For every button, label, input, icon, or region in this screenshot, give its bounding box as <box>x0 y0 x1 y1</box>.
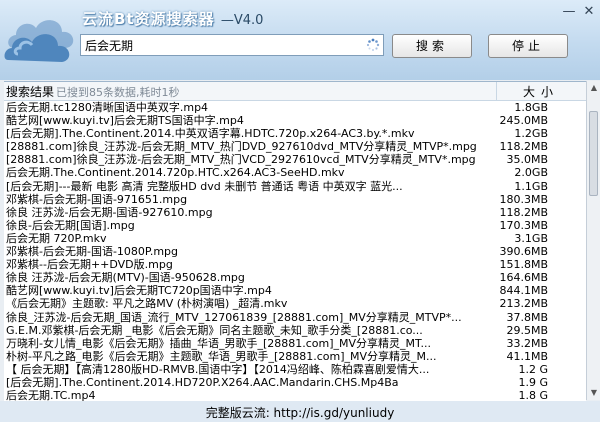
table-row[interactable]: 徐良 汪苏泷-后会无期(MTV)-国语-950628.mpg 164.6MB <box>4 271 586 284</box>
result-name: 徐良 汪苏泷-后会无期-国语-927610.mpg <box>6 205 213 219</box>
result-name: [后会无期]---最新 电影 高清 完整版HD dvd 未删节 普通话 粤语 中… <box>6 179 403 193</box>
table-row[interactable]: 邓紫棋-后会无期-国语-971651.mpg 180.3MB <box>4 193 586 206</box>
footer-bar: 完整版云流: http://is.gd/yunliudy <box>0 401 600 422</box>
result-size: 29.5MB <box>506 323 548 337</box>
scroll-down-arrow-icon[interactable]: ▼ <box>588 386 600 400</box>
result-size: 151.8MB <box>499 258 548 272</box>
table-row[interactable]: 【 后会无期】【高清1280版HD-RMVB.国语中字】【2014冯绍峰、陈柏霖… <box>4 363 586 376</box>
search-button[interactable]: 搜索 <box>392 34 472 58</box>
table-row[interactable]: 万晓利-女儿情_电影《后会无期》插曲_华语_男歌手_[28881.com]_MV… <box>4 337 586 350</box>
result-size: 118.2MB <box>499 205 548 219</box>
search-input[interactable] <box>85 37 355 53</box>
table-row[interactable]: [后会无期].The.Continent.2014.中英双语字幕.HDTC.72… <box>4 127 586 140</box>
table-row[interactable]: 徐良_汪苏泷-后会无期_国语_流行_MTV_127061839_[28881.c… <box>4 311 586 324</box>
result-name: 后会无期.The.Continent.2014.720p.HTC.x264.AC… <box>6 166 345 180</box>
table-row[interactable]: 朴树-平凡之路_电影《后会无期》主题歌_华语_男歌手_[28881.com]_M… <box>4 350 586 363</box>
result-name: 【 后会无期】【高清1280版HD-RMVB.国语中字】【2014冯绍峰、陈柏霖… <box>6 362 430 376</box>
result-size: 213.2MB <box>499 297 548 311</box>
table-row[interactable]: [后会无期].The.Continent.2014.HD720P.X264.AA… <box>4 376 586 389</box>
app-window: 云流Bt资源搜索器 —V4.0 — ✕ 搜索 停止 搜索结果已搜到85条数据,耗… <box>0 0 600 422</box>
results-header: 搜索结果 已搜到85条数据,耗时1秒 大小 <box>4 82 586 101</box>
result-size: 37.8MB <box>506 310 548 324</box>
result-size: 844.1MB <box>499 284 548 298</box>
table-row[interactable]: 《后会无期》主题歌: 平凡之路MV (朴树演唱) _超清.mkv 213.2MB <box>4 297 586 310</box>
table-row[interactable]: 后会无期.tc1280清晰国语中英双字.mp4 1.8GB <box>4 101 586 114</box>
result-name: [后会无期].The.Continent.2014.中英双语字幕.HDTC.72… <box>6 127 415 141</box>
result-size: 2.0GB <box>514 166 548 180</box>
table-row[interactable]: 徐良 汪苏泷-后会无期-国语-927610.mpg 118.2MB <box>4 206 586 219</box>
result-name: 后会无期.tc1280清晰国语中英双字.mp4 <box>6 101 209 114</box>
app-title: 云流Bt资源搜索器 —V4.0 <box>82 8 263 29</box>
header-bar: 云流Bt资源搜索器 —V4.0 — ✕ 搜索 停止 <box>0 0 600 80</box>
result-name: 后会无期.TC.mp4 <box>6 389 96 401</box>
table-row[interactable]: [28881.com]徐良_汪苏泷-后会无期_MTV_热门DVD_927610d… <box>4 140 586 153</box>
result-size: 1.2GB <box>514 127 548 141</box>
table-row[interactable]: 酷艺网[www.kuyi.tv]后会无期TC720p国语中字.mp4 844.1M… <box>4 284 586 297</box>
table-row[interactable]: [28881.com]徐良_汪苏泷-后会无期_MTV_热门VCD_2927610… <box>4 153 586 166</box>
result-size: 1.2 G <box>518 362 548 376</box>
app-version: —V4.0 <box>220 13 264 28</box>
result-size: 1.9 G <box>518 375 548 389</box>
result-size: 180.3MB <box>499 192 548 206</box>
result-name: 邓紫棋--后会无期++DVD版.mpg <box>6 258 173 272</box>
result-name: 徐良 汪苏泷-后会无期(MTV)-国语-950628.mpg <box>6 271 245 285</box>
loading-spinner-icon <box>366 38 380 51</box>
result-name: 邓紫棋-后会无期-国语-971651.mpg <box>6 192 188 206</box>
result-size: 1.8GB <box>514 101 548 114</box>
table-row[interactable]: [后会无期]---最新 电影 高清 完整版HD dvd 未删节 普通话 粤语 中… <box>4 180 586 193</box>
result-size: 3.1GB <box>514 231 548 245</box>
result-size: 245.0MB <box>499 114 548 128</box>
scroll-up-arrow-icon[interactable]: ▲ <box>588 81 600 95</box>
result-size: 164.6MB <box>499 271 548 285</box>
table-row[interactable]: 邓紫棋-后会无期-国语-1080P.mpg 390.6MB <box>4 245 586 258</box>
result-size: 1.8 G <box>518 389 548 401</box>
column-divider[interactable] <box>496 82 497 100</box>
results-rows: 后会无期.tc1280清晰国语中英双字.mp4 1.8GB 酷艺网[www.kuyi… <box>4 101 586 401</box>
result-size: 170.3MB <box>499 218 548 232</box>
result-name: [28881.com]徐良_汪苏泷-后会无期_MTV_热门DVD_927610d… <box>6 140 477 154</box>
table-row[interactable]: 邓紫棋--后会无期++DVD版.mpg 151.8MB <box>4 258 586 271</box>
result-name: 徐良_汪苏泷-后会无期_国语_流行_MTV_127061839_[28881.c… <box>6 310 462 324</box>
result-name: 邓紫棋-后会无期-国语-1080P.mpg <box>6 245 178 259</box>
table-row[interactable]: 酷艺网[www.kuyi.tv]后会无期TS国语中字.mp4 245.0MB <box>4 114 586 127</box>
result-size: 1.1GB <box>514 179 548 193</box>
result-name: 酷艺网[www.kuyi.tv]后会无期TC720p国语中字.mp4 <box>6 284 272 298</box>
results-title: 搜索结果 <box>6 85 55 99</box>
table-row[interactable]: 后会无期.The.Continent.2014.720p.HTC.x264.AC… <box>4 166 586 179</box>
vertical-scrollbar[interactable]: ▲ ▼ <box>586 81 600 400</box>
results-header-label: 搜索结果 已搜到85条数据,耗时1秒 <box>6 83 180 100</box>
table-row[interactable]: 后会无期 720P.mkv 3.1GB <box>4 232 586 245</box>
size-column-header[interactable]: 大小 <box>498 83 584 100</box>
cloud-logo-icon <box>4 20 74 62</box>
result-name: 《后会无期》主题歌: 平凡之路MV (朴树演唱) _超清.mkv <box>6 297 288 311</box>
result-name: 后会无期 720P.mkv <box>6 231 107 245</box>
close-button[interactable]: ✕ <box>580 4 598 20</box>
footer-link-text[interactable]: 完整版云流: http://is.gd/yunliudy <box>0 404 600 421</box>
search-box[interactable] <box>80 34 384 56</box>
result-size: 35.0MB <box>506 153 548 167</box>
result-size: 390.6MB <box>499 245 548 259</box>
result-size: 33.2MB <box>506 336 548 350</box>
result-name: G.E.M.邓紫棋-后会无期 _电影《后会无期》同名主题歌_未知_歌手分类_[2… <box>6 323 423 337</box>
scroll-thumb[interactable] <box>589 111 598 196</box>
table-row[interactable]: G.E.M.邓紫棋-后会无期 _电影《后会无期》同名主题歌_未知_歌手分类_[2… <box>4 324 586 337</box>
minimize-button[interactable]: — <box>560 4 578 20</box>
result-name: [后会无期].The.Continent.2014.HD720P.X264.AA… <box>6 375 399 389</box>
result-name: 万晓利-女儿情_电影《后会无期》插曲_华语_男歌手_[28881.com]_MV… <box>6 336 431 350</box>
app-title-text: 云流Bt资源搜索器 <box>82 10 215 28</box>
result-name: 朴树-平凡之路_电影《后会无期》主题歌_华语_男歌手_[28881.com]_M… <box>6 349 437 363</box>
result-size: 118.2MB <box>499 140 548 154</box>
result-name: 徐良-后会无期[国语].mpg <box>6 218 135 232</box>
result-size: 41.1MB <box>506 349 548 363</box>
result-name: 酷艺网[www.kuyi.tv]后会无期TS国语中字.mp4 <box>6 114 244 128</box>
results-list[interactable]: 搜索结果 已搜到85条数据,耗时1秒 大小 后会无期.tc1280清晰国语中英双字… <box>4 81 586 401</box>
results-status: 已搜到85条数据,耗时1秒 <box>56 86 180 99</box>
table-row[interactable]: 徐良-后会无期[国语].mpg 170.3MB <box>4 219 586 232</box>
result-name: [28881.com]徐良_汪苏泷-后会无期_MTV_热门VCD_2927610… <box>6 153 476 167</box>
stop-button[interactable]: 停止 <box>488 34 568 58</box>
table-row[interactable]: 后会无期.TC.mp4 1.8 G <box>4 389 586 401</box>
